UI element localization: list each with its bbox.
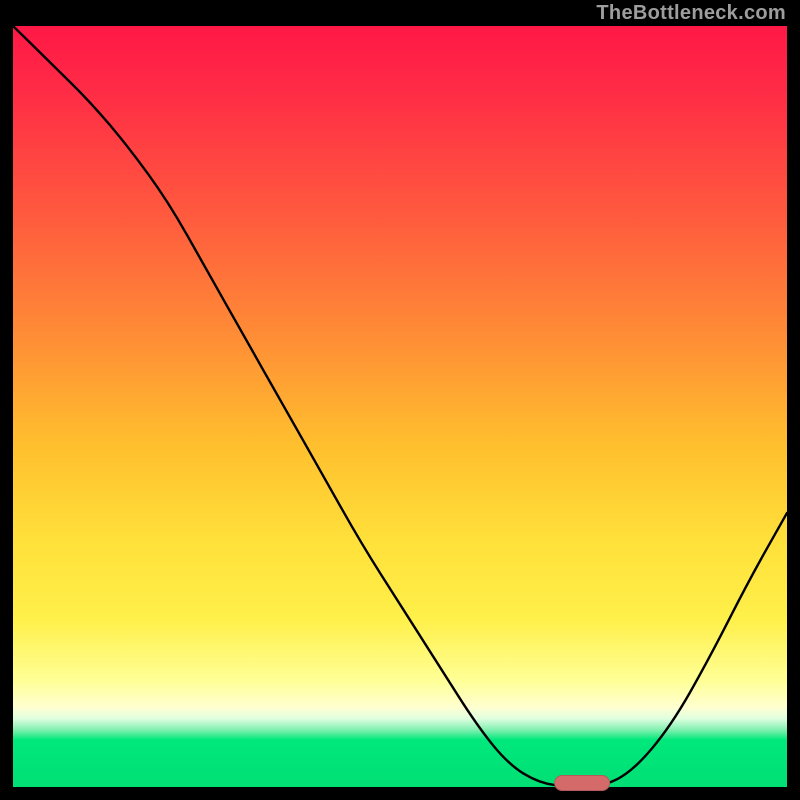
- optimum-marker: [554, 775, 610, 791]
- watermark-label: TheBottleneck.com: [596, 2, 786, 25]
- chart-plot-area: [13, 26, 787, 787]
- bottleneck-curve: [13, 26, 787, 787]
